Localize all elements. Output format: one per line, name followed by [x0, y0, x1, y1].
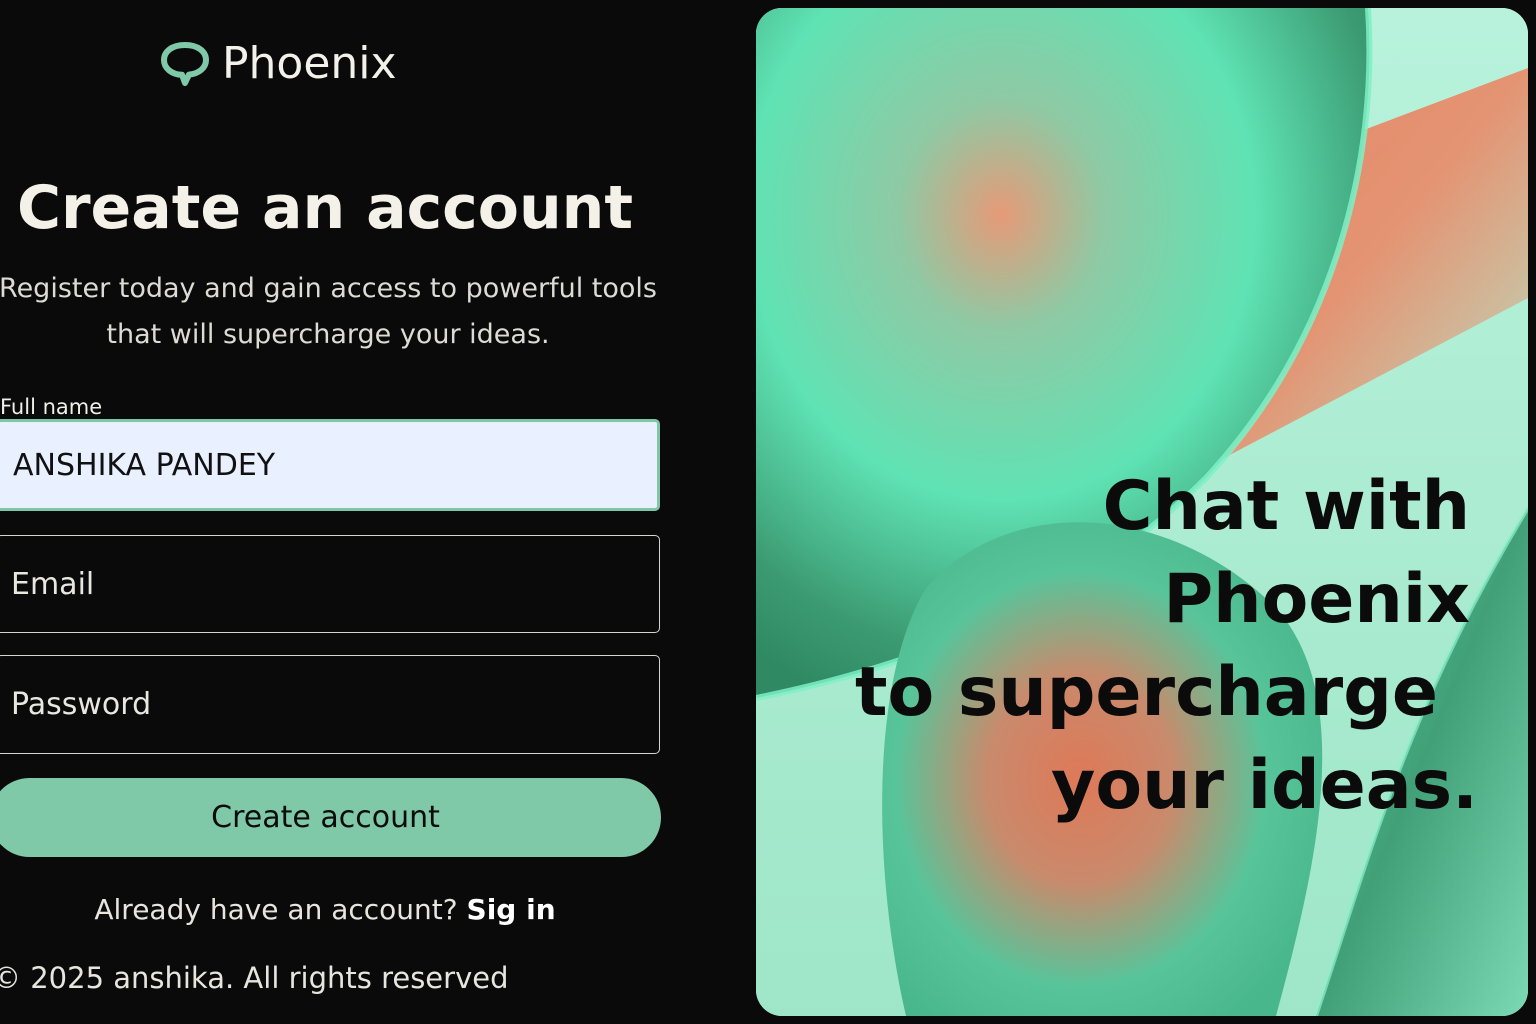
page-subtitle: Register today and gain access to powerf… [0, 266, 668, 358]
hero-line-1: Chat with Phoenix [1102, 467, 1470, 639]
hero-headline: Chat with Phoenix to supercharge your id… [778, 460, 1478, 832]
hero-line-3: your ideas. [1051, 746, 1478, 825]
footer-copyright: © 2025 anshika. All rights reserved [0, 961, 509, 995]
hero-panel: Chat with Phoenix to supercharge your id… [756, 8, 1528, 1016]
signup-panel: Phoenix Create an account Register today… [0, 0, 740, 1024]
signin-prompt: Already have an account? [94, 893, 458, 926]
subtitle-line-2: that will supercharge your ideas. [106, 319, 550, 350]
hero-line-2: to supercharge [854, 653, 1438, 732]
brand-name: Phoenix [222, 38, 397, 89]
brand-logo[interactable]: Phoenix [160, 38, 397, 89]
signup-page: Phoenix Create an account Register today… [0, 0, 1536, 1024]
full-name-field[interactable] [0, 419, 660, 511]
page-title: Create an account [16, 173, 634, 243]
create-account-button[interactable]: Create account [0, 778, 661, 857]
signin-row: Already have an account? Sig in [0, 888, 650, 932]
email-field[interactable] [0, 535, 660, 633]
signin-link[interactable]: Sig in [467, 893, 556, 926]
chat-bubble-icon [160, 41, 210, 87]
full-name-label: Full name [0, 395, 103, 419]
subtitle-line-1: Register today and gain access to powerf… [0, 273, 657, 304]
password-field[interactable] [0, 655, 660, 754]
